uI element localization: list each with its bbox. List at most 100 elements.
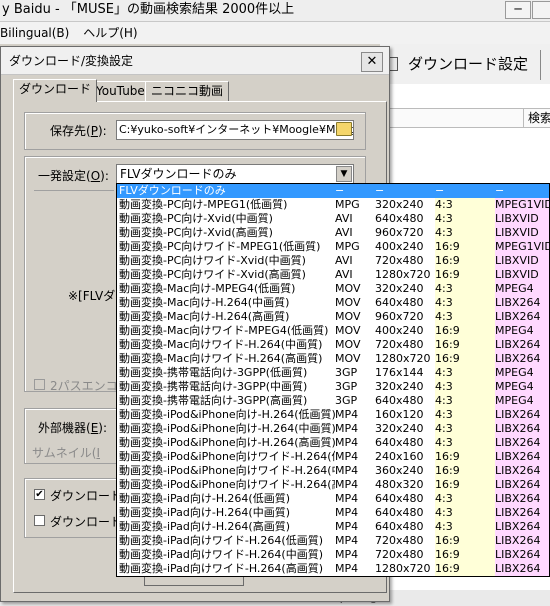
option-ar: 4:3	[435, 422, 453, 435]
close-button[interactable]: ✕	[361, 52, 383, 72]
download-settings-label: ダウンロード設定	[408, 55, 529, 73]
option-codec: MPEG4	[495, 394, 534, 407]
option-codec: LIBX264	[495, 436, 541, 449]
option-res: 320x240	[375, 422, 424, 435]
download-settings-button[interactable]: ダウンロード設定	[380, 49, 528, 79]
download-option-2-checkbox[interactable]	[34, 515, 45, 526]
maximize-button[interactable]	[532, 1, 550, 19]
tab-niconico[interactable]: ニコニコ動画	[145, 81, 230, 101]
option-codec: MPEG4	[495, 324, 534, 337]
option-res: 720x480	[375, 548, 424, 561]
option-res: 160x120	[375, 408, 424, 421]
dropdown-option[interactable]: 動画変換-iPad向けワイド-H.264(中画質) MP4 720x480 16:9 L…	[117, 548, 549, 562]
dropdown-option-selected[interactable]: FLVダウンロードのみ − − − −	[117, 184, 549, 198]
option-fmt: MP4	[335, 506, 359, 519]
dropdown-option[interactable]: 動画変換-Mac向け-H.264(高画質) MOV 960x720 4:3 LIBX26…	[117, 310, 549, 324]
option-name: 動画変換-Mac向け-MPEG4(低画質)	[119, 282, 296, 295]
preset-select[interactable]: FLVダウンロードのみ ▼	[116, 164, 354, 184]
minimize-button[interactable]: ─	[505, 1, 531, 19]
option-res: 176x144	[375, 366, 424, 379]
dropdown-option[interactable]: 動画変換-iPod&iPhone向け-H.264(中画質) MP4 320x240 4…	[117, 422, 549, 436]
option-name: 動画変換-iPod&iPhone向けワイド-H.264(中画質)	[119, 464, 335, 477]
dropdown-option[interactable]: 動画変換-Mac向け-H.264(中画質) MOV 640x480 4:3 LIBX26…	[117, 296, 549, 310]
option-codec: LIBX264	[495, 450, 541, 463]
option-name: 動画変換-携帯電話向け-3GPP(中画質)	[119, 380, 308, 393]
dropdown-option[interactable]: 動画変換-iPod&iPhone向け-H.264(高画質) MP4 640x480 4…	[117, 436, 549, 450]
option-name: 動画変換-携帯電話向け-3GPP(高画質)	[119, 394, 308, 407]
dropdown-option[interactable]: 動画変換-Mac向けワイド-H.264(中画質) MOV 720x480 16:9 LI…	[117, 338, 549, 352]
option-res: 640x480	[375, 436, 424, 449]
dropdown-option[interactable]: 動画変換-PC向けワイド-Xvid(高画質) AVI 1280x720 16:9 LIB…	[117, 268, 549, 282]
option-ar: 16:9	[435, 464, 460, 477]
dropdown-option[interactable]: 動画変換-iPod&iPhone向けワイド-H.264(低画質)MP4 240x1…	[117, 450, 549, 464]
dropdown-option[interactable]: 動画変換-iPod&iPhone向けワイド-H.264(高画質)MP4 480x3…	[117, 478, 549, 492]
option-res: 640x480	[375, 394, 424, 407]
preset-label: 一発設定(O):	[38, 169, 109, 183]
tab-youtube[interactable]: YouTube	[90, 81, 151, 101]
dropdown-option[interactable]: 動画変換-iPod&iPhone向け-H.264(低画質) MP4 160x120 4…	[117, 408, 549, 422]
dropdown-option[interactable]: 動画変換-iPod&iPhone向けワイド-H.264(中画質)MP4 360x2…	[117, 464, 549, 478]
option-name: 動画変換-iPad向けワイド-H.264(低画質)	[119, 534, 324, 547]
dropdown-option[interactable]: 動画変換-PC向け-Xvid(中画質) AVI 640x480 4:3 LIBXVID	[117, 212, 549, 226]
option-name: 動画変換-PC向け-Xvid(中画質)	[119, 212, 273, 225]
option-fmt: 3GP	[335, 394, 358, 407]
option-codec: LIBX264	[495, 492, 541, 505]
two-pass-checkbox[interactable]	[34, 379, 45, 390]
menu-bar: Bilingual(B) ヘルプ(H)	[0, 22, 550, 44]
option-codec: LIBX264	[495, 464, 541, 477]
option-name: 動画変換-iPod&iPhone向けワイド-H.264(高画質)	[119, 478, 335, 491]
option-res: 400x240	[375, 324, 424, 337]
dropdown-option[interactable]: 動画変換-PC向け-MPEG1(低画質) MPG 320x240 4:3 MPEG1VI…	[117, 198, 549, 212]
search-column-header[interactable]: 検索	[523, 109, 550, 127]
option-ar: 16:9	[435, 338, 460, 351]
dropdown-option[interactable]: 動画変換-iPad向け-H.264(低画質) MP4 640x480 4:3 LIBX2…	[117, 492, 549, 506]
menu-help[interactable]: ヘルプ(H)	[83, 26, 137, 40]
option-codec: LIBX264	[495, 338, 541, 351]
two-pass-label: 2パスエンコ	[50, 379, 118, 393]
dropdown-option[interactable]: 動画変換-携帯電話向け-3GPP(高画質) 3GP 640x480 4:3 MPEG4	[117, 394, 549, 408]
tab-download[interactable]: ダウンロード	[13, 79, 98, 102]
save-to-label: 保存先(P):	[50, 124, 107, 138]
option-fmt: MPG	[335, 198, 360, 211]
chevron-down-icon[interactable]: ▼	[336, 166, 352, 182]
option-name: 動画変換-iPod&iPhone向け-H.264(高画質)	[119, 436, 335, 449]
download-option-1-checkbox[interactable]: ✔	[34, 489, 45, 500]
option-fmt: MP4	[335, 492, 359, 505]
dropdown-option[interactable]: 動画変換-Mac向けワイド-MPEG4(低画質) MOV 400x240 16:9 MP…	[117, 324, 549, 338]
dropdown-option[interactable]: 動画変換-Mac向けワイド-H.264(高画質) MOV 1280x720 16:9 L…	[117, 352, 549, 366]
option-name: 動画変換-iPod&iPhone向け-H.264(中画質)	[119, 422, 335, 435]
option-res: 720x480	[375, 254, 424, 267]
option-res: 320x240	[375, 380, 424, 393]
dropdown-option[interactable]: 動画変換-携帯電話向け-3GPP(中画質) 3GP 320x240 4:3 MPEG4	[117, 380, 549, 394]
option-codec: LIBX264	[495, 310, 541, 323]
option-ar: 16:9	[435, 352, 460, 365]
option-ar: 4:3	[435, 408, 453, 421]
option-name: 動画変換-iPod&iPhone向けワイド-H.264(低画質)	[119, 450, 335, 463]
option-codec: LIBX264	[495, 422, 541, 435]
dropdown-option[interactable]: 動画変換-iPad向けワイド-H.264(低画質) MP4 720x480 16:9 L…	[117, 534, 549, 548]
option-name: 動画変換-iPad向け-H.264(高画質)	[119, 520, 291, 533]
option-codec: MPEG1VIDEO	[495, 198, 549, 211]
dropdown-option[interactable]: 動画変換-iPad向け-H.264(中画質) MP4 640x480 4:3 LIBX2…	[117, 506, 549, 520]
option-name: 動画変換-iPad向け-H.264(低画質)	[119, 492, 291, 505]
note-text: ※[FLVダ	[68, 289, 116, 303]
option-name: 動画変換-iPad向けワイド-H.264(中画質)	[119, 548, 324, 561]
dropdown-option[interactable]: 動画変換-PC向けワイド-MPEG1(低画質) MPG 400x240 16:9 MPE…	[117, 240, 549, 254]
option-ar: 4:3	[435, 282, 453, 295]
option-codec: MPEG4	[495, 282, 534, 295]
option-res: 240x160	[375, 450, 424, 463]
dropdown-option[interactable]: 動画変換-携帯電話向け-3GPP(低画質) 3GP 176x144 4:3 MPEG4	[117, 366, 549, 380]
option-res: 400x240	[375, 240, 424, 253]
dropdown-option[interactable]: 動画変換-iPad向け-H.264(高画質) MP4 640x480 4:3 LIBX2…	[117, 520, 549, 534]
option-codec: LIBX264	[495, 408, 541, 421]
option-fmt: MOV	[335, 296, 361, 309]
dropdown-option[interactable]: 動画変換-Mac向け-MPEG4(低画質) MOV 320x240 4:3 MPEG4	[117, 282, 549, 296]
option-ar: 16:9	[435, 268, 460, 281]
dropdown-option[interactable]: 動画変換-PC向けワイド-Xvid(中画質) AVI 720x480 16:9 LIBX…	[117, 254, 549, 268]
dropdown-option[interactable]: 動画変換-iPad向けワイド-H.264(高画質) MP4 1280x720 16:9…	[117, 562, 549, 576]
save-path-input[interactable]: C:¥yuko-soft¥インターネット¥Moogle¥Moog	[116, 120, 354, 140]
dropdown-option[interactable]: 動画変換-PC向け-Xvid(高画質) AVI 960x720 4:3 LIBXVID	[117, 226, 549, 240]
menu-bilingual[interactable]: Bilingual(B)	[0, 26, 69, 40]
folder-icon[interactable]	[336, 122, 352, 136]
option-name: 動画変換-Mac向けワイド-MPEG4(低画質)	[119, 324, 329, 337]
